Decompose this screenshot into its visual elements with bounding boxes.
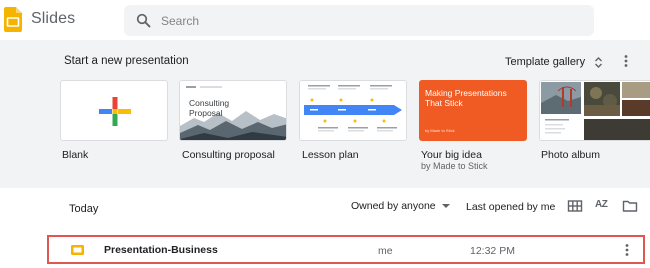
template-label-big-idea: Your big idea: [421, 149, 482, 161]
big-idea-thumb-subtitle: by Made to Stick: [425, 128, 455, 133]
big-idea-thumb-title: Making Presentations That Stick: [425, 88, 507, 108]
template-lesson-plan[interactable]: [299, 80, 407, 141]
slides-file-icon: [71, 245, 84, 255]
app-name[interactable]: Slides: [31, 10, 75, 28]
section-title: Start a new presentation: [64, 55, 189, 67]
file-row[interactable]: Presentation-Business me 12:32 PM: [47, 235, 645, 264]
template-section: Start a new presentation Template galler…: [0, 40, 650, 188]
file-more-options-icon[interactable]: [620, 243, 634, 257]
search-input[interactable]: [161, 11, 581, 31]
search-icon[interactable]: [136, 13, 151, 28]
owner-filter-dropdown[interactable]: Owned by anyone: [351, 200, 450, 212]
timeline-thumbnail-icon: [300, 81, 406, 140]
sort-az-icon[interactable]: AZ: [595, 199, 608, 210]
file-name[interactable]: Presentation-Business: [104, 244, 218, 256]
template-label-lesson-plan: Lesson plan: [302, 149, 359, 161]
dropdown-arrow-icon: [441, 204, 450, 208]
template-blank[interactable]: [60, 80, 168, 141]
owner-filter-label: Owned by anyone: [351, 200, 436, 212]
file-last-opened: 12:32 PM: [470, 245, 515, 257]
plus-icon: [99, 97, 131, 126]
photo-collage-icon: [540, 81, 650, 140]
unfold-icon: [595, 56, 603, 68]
template-photo-album[interactable]: [539, 80, 650, 141]
template-label-blank: Blank: [62, 149, 89, 161]
template-your-big-idea[interactable]: Making Presentations That Stick by Made …: [419, 80, 527, 141]
template-gallery-button[interactable]: Template gallery: [505, 53, 603, 71]
template-label-consulting: Consulting proposal: [182, 149, 275, 161]
slides-logo-icon[interactable]: [4, 7, 22, 32]
consulting-thumb-title: Consulting Proposal: [189, 98, 230, 118]
template-gallery-label: Template gallery: [505, 56, 586, 68]
grid-view-icon[interactable]: [567, 199, 583, 213]
folder-icon[interactable]: [622, 199, 638, 213]
app-header: Slides: [0, 0, 650, 40]
file-owner: me: [378, 245, 393, 257]
template-consulting-proposal[interactable]: Consulting Proposal: [179, 80, 287, 141]
template-label-photo-album: Photo album: [541, 149, 600, 161]
more-options-icon[interactable]: [619, 54, 633, 68]
sort-by-button[interactable]: Last opened by me: [466, 201, 555, 213]
search-bar[interactable]: [124, 5, 594, 36]
files-section-title: Today: [69, 203, 99, 215]
template-subtitle-big-idea: by Made to Stick: [421, 161, 488, 171]
